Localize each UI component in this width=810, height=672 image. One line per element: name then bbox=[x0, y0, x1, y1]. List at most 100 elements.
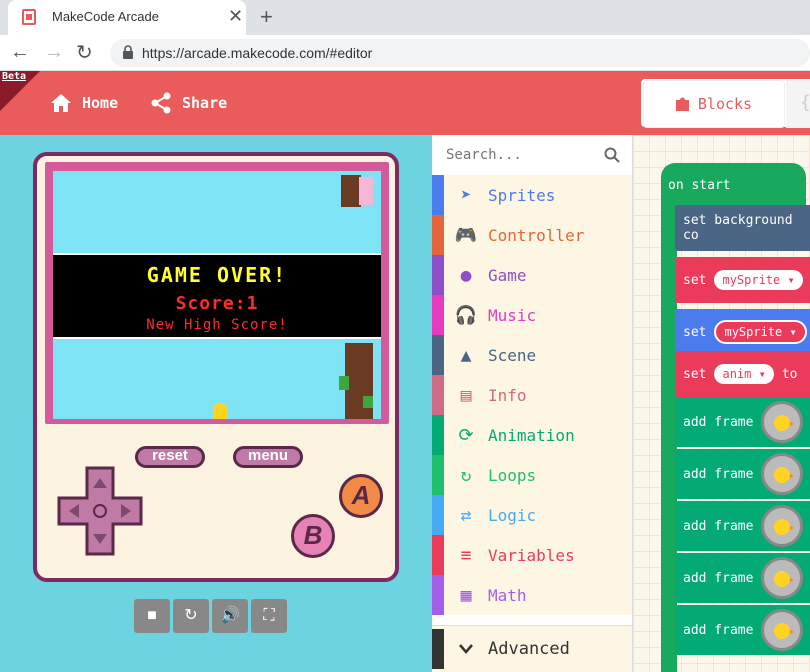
calculator-icon: ▦ bbox=[460, 584, 472, 606]
block-text: add frame bbox=[683, 466, 754, 482]
add-frame-block[interactable]: add frame bbox=[675, 501, 810, 551]
category-strip bbox=[432, 455, 444, 495]
category-label: Sprites bbox=[488, 185, 556, 205]
beta-label[interactable]: Beta bbox=[2, 71, 26, 82]
category-strip bbox=[432, 375, 444, 415]
stop-icon[interactable]: ■ bbox=[134, 599, 170, 633]
home-icon bbox=[51, 94, 71, 112]
blocks-workspace[interactable]: on start set background co set mySprite … bbox=[632, 135, 810, 672]
sound-icon[interactable]: 🔊 bbox=[212, 599, 248, 633]
menu-button[interactable]: menu bbox=[233, 446, 303, 468]
block-text: add frame bbox=[683, 570, 754, 586]
leaf-2 bbox=[363, 396, 373, 408]
home-button[interactable]: Home bbox=[50, 91, 118, 115]
block-text: set background co bbox=[683, 213, 793, 243]
advanced-toggle[interactable]: Advanced bbox=[432, 625, 632, 672]
category-game[interactable]: ● Game bbox=[432, 255, 632, 295]
category-strip bbox=[432, 415, 444, 455]
add-frame-block[interactable]: add frame bbox=[675, 397, 810, 447]
lock-icon bbox=[123, 45, 133, 59]
browser-tab[interactable]: MakeCode Arcade ✕ bbox=[8, 0, 246, 35]
game-over-title: GAME OVER! bbox=[146, 263, 288, 287]
category-music[interactable]: 🎧 Music bbox=[432, 295, 632, 335]
close-tab-icon[interactable]: ✕ bbox=[228, 6, 243, 27]
search-icon[interactable] bbox=[604, 147, 620, 163]
category-controller[interactable]: 🎮 Controller bbox=[432, 215, 632, 255]
block-text: to bbox=[781, 366, 798, 382]
blocks-label: Blocks bbox=[697, 95, 753, 113]
dpad[interactable] bbox=[57, 466, 143, 556]
tree-icon: ▲ bbox=[460, 344, 472, 366]
add-frame-block[interactable]: add frame bbox=[675, 605, 810, 655]
game-console: GAME OVER! Score:1 New High Score! reset… bbox=[33, 152, 399, 582]
variable-dropdown[interactable]: mySprite ▾ bbox=[714, 320, 807, 344]
set-background-block[interactable]: set background co bbox=[675, 205, 810, 251]
category-label: Loops bbox=[488, 465, 537, 485]
shuffle-icon: ⇄ bbox=[460, 504, 472, 526]
category-scene[interactable]: ▲ Scene bbox=[432, 335, 632, 375]
duck-sprite bbox=[213, 403, 227, 419]
leaf-1 bbox=[339, 376, 349, 390]
category-strip bbox=[432, 335, 444, 375]
new-tab-icon[interactable]: + bbox=[260, 4, 273, 30]
search-input[interactable] bbox=[446, 143, 596, 167]
set-anim-block[interactable]: set anim ▾ to bbox=[675, 351, 810, 397]
url-field[interactable]: https://arcade.makecode.com/#editor bbox=[110, 39, 810, 67]
reset-button[interactable]: reset bbox=[135, 446, 205, 468]
reload-icon[interactable]: ↻ bbox=[76, 40, 93, 65]
category-loops[interactable]: ↻ Loops bbox=[432, 455, 632, 495]
b-button[interactable]: B bbox=[291, 514, 335, 558]
restart-icon[interactable]: ↻ bbox=[173, 599, 209, 633]
add-frame-block[interactable]: add frame bbox=[675, 553, 810, 603]
variable-dropdown[interactable]: mySprite ▾ bbox=[714, 270, 803, 290]
puzzle-icon bbox=[675, 97, 689, 111]
back-icon[interactable]: ← bbox=[10, 41, 30, 64]
toolbox-search bbox=[432, 135, 632, 175]
refresh-icon: ⟳ bbox=[458, 424, 474, 446]
category-logic[interactable]: ⇄ Logic bbox=[432, 495, 632, 535]
share-button[interactable]: Share bbox=[150, 91, 227, 115]
circle-icon: ● bbox=[460, 264, 472, 286]
duck-image-icon[interactable] bbox=[761, 505, 804, 547]
category-animation[interactable]: ⟳ Animation bbox=[432, 415, 632, 455]
game-screen[interactable]: GAME OVER! Score:1 New High Score! bbox=[53, 171, 381, 419]
javascript-tab[interactable]: { bbox=[786, 80, 810, 128]
a-button[interactable]: A bbox=[339, 474, 383, 518]
block-text: set bbox=[683, 272, 707, 288]
variable-dropdown[interactable]: anim ▾ bbox=[714, 364, 774, 384]
set-sprite-block[interactable]: set mySprite ▾ bbox=[675, 257, 810, 303]
high-score-text: New High Score! bbox=[146, 317, 288, 333]
category-sprites[interactable]: ➤ Sprites bbox=[432, 175, 632, 215]
add-frame-block[interactable]: add frame bbox=[675, 449, 810, 499]
id-card-icon: ▤ bbox=[460, 384, 472, 406]
category-strip bbox=[432, 255, 444, 295]
headphones-icon: 🎧 bbox=[454, 304, 478, 326]
score-text: Score:1 bbox=[175, 293, 259, 314]
category-variables[interactable]: ≡ Variables bbox=[432, 535, 632, 575]
game-over-banner: GAME OVER! Score:1 New High Score! bbox=[53, 253, 381, 339]
category-label: Controller bbox=[488, 225, 585, 245]
duck-image-icon[interactable] bbox=[761, 401, 804, 443]
url-text: https://arcade.makecode.com/#editor bbox=[142, 45, 373, 61]
category-strip bbox=[432, 535, 444, 575]
category-strip bbox=[432, 575, 444, 615]
duck-image-icon[interactable] bbox=[761, 557, 804, 599]
simulator-panel: GAME OVER! Score:1 New High Score! reset… bbox=[0, 135, 432, 672]
block-text: set bbox=[683, 366, 707, 382]
editor-mode-toggle: Blocks { bbox=[641, 79, 810, 128]
forward-icon[interactable]: → bbox=[44, 41, 64, 64]
category-math[interactable]: ▦ Math bbox=[432, 575, 632, 615]
list-icon: ≡ bbox=[460, 544, 472, 566]
category-label: Animation bbox=[488, 425, 575, 445]
makecode-favicon-icon bbox=[22, 9, 36, 25]
category-info[interactable]: ▤ Info bbox=[432, 375, 632, 415]
share-label: Share bbox=[182, 94, 228, 112]
fullscreen-icon[interactable]: ⛶ bbox=[251, 599, 287, 633]
duck-image-icon[interactable] bbox=[761, 609, 804, 651]
set-sprite-block[interactable]: set mySprite ▾ bbox=[675, 309, 810, 355]
simulator-controls: ■ ↻ 🔊 ⛶ bbox=[134, 599, 287, 633]
blocks-tab[interactable]: Blocks bbox=[644, 81, 784, 127]
loop-icon: ↻ bbox=[460, 464, 472, 486]
duck-image-icon[interactable] bbox=[761, 453, 804, 495]
category-strip bbox=[432, 215, 444, 255]
